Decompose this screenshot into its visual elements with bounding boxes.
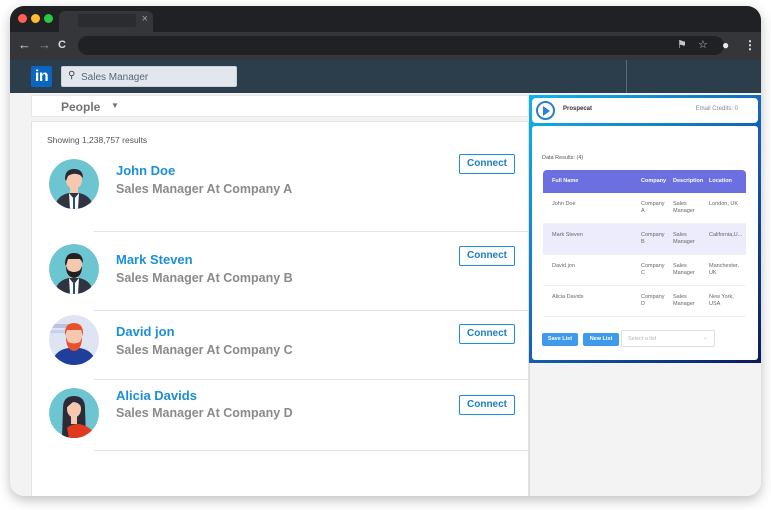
cell-name: Alicia Davids	[552, 294, 584, 300]
header-divider	[626, 60, 627, 93]
cell-company: Company D	[641, 294, 665, 307]
connect-button[interactable]: Connect	[459, 154, 515, 174]
column-header: Full Name	[552, 178, 579, 184]
menu-icon[interactable]: ⋮	[744, 37, 756, 53]
profile-icon[interactable]: ●	[722, 37, 729, 53]
cell-company: Company B	[641, 232, 665, 245]
row-divider	[94, 231, 530, 232]
search-results: Showing 1,238,757 results John Doe Sales…	[31, 121, 530, 496]
tab-title	[78, 14, 136, 27]
close-tab-icon[interactable]: ×	[142, 13, 148, 25]
email-credits: Email Credits: 0	[695, 106, 738, 112]
cell-name: Mark Steven	[552, 232, 583, 238]
extension-brand: Prospecat	[563, 106, 593, 112]
person-name-link[interactable]: Alicia Davids	[116, 388, 197, 403]
person-name-link[interactable]: David jon	[116, 324, 175, 339]
cell-location: New York, USA	[709, 294, 734, 307]
column-header: Company	[641, 178, 667, 184]
cell-name: David jon	[552, 263, 575, 269]
list-select[interactable]: Select a list ⌄	[621, 330, 715, 347]
person-title: Sales Manager At Company D	[116, 406, 293, 420]
people-filter-bar: People ▼	[31, 95, 529, 117]
prospecat-extension-panel: Prospecat Email Credits: 0 Data Results:…	[529, 95, 761, 363]
cell-company: Company A	[641, 201, 665, 214]
new-list-button[interactable]: New List	[583, 333, 619, 346]
search-box[interactable]: ⚲	[61, 66, 237, 87]
list-select-placeholder: Select a list	[628, 336, 657, 342]
row-divider	[94, 450, 530, 451]
forward-icon[interactable]: →	[38, 37, 51, 53]
table-row[interactable]: Alicia Davids Company D Sales Manager Ne…	[543, 286, 746, 317]
search-input[interactable]	[81, 70, 231, 84]
address-bar[interactable]: ⚑ ☆	[78, 36, 724, 55]
browser-tab[interactable]: ×	[59, 11, 153, 32]
person-name-link[interactable]: Mark Steven	[116, 252, 193, 267]
avatar[interactable]	[49, 159, 99, 209]
column-header: Location	[709, 178, 732, 184]
connect-button[interactable]: Connect	[459, 246, 515, 266]
bookmark-star-icon[interactable]: ☆	[698, 38, 708, 52]
chevron-down-icon: ⌄	[702, 335, 708, 341]
cell-location: California,U...	[709, 232, 743, 238]
person-title: Sales Manager At Company B	[116, 271, 293, 285]
people-filter-label[interactable]: People	[61, 100, 100, 114]
connect-button[interactable]: Connect	[459, 324, 515, 344]
cell-location: Manchester, UK	[709, 263, 739, 276]
avatar[interactable]	[49, 315, 99, 365]
cell-name: John Doe	[552, 201, 576, 207]
table-row[interactable]: David jon Company C Sales Manager Manche…	[543, 255, 746, 286]
cell-description: Sales Manager	[673, 263, 695, 276]
connect-button[interactable]: Connect	[459, 395, 515, 415]
person-name-link[interactable]: John Doe	[116, 163, 175, 178]
search-icon: ⚲	[68, 70, 76, 81]
browser-window: × ← → C ⚑ ☆ ● ⋮ in ⚲ People ▼ Showing 1,…	[10, 6, 761, 496]
row-divider	[94, 310, 530, 311]
prospecat-logo-icon	[536, 101, 555, 120]
minimize-window-button[interactable]	[31, 14, 40, 23]
results-count: Showing 1,238,757 results	[47, 135, 148, 145]
cell-description: Sales Manager	[673, 201, 695, 214]
cell-description: Sales Manager	[673, 294, 695, 307]
tab-bar: ×	[10, 6, 761, 32]
person-title: Sales Manager At Company A	[116, 182, 293, 196]
avatar[interactable]	[49, 388, 99, 438]
zoom-window-button[interactable]	[44, 14, 53, 23]
row-divider	[94, 379, 530, 380]
linkedin-header: in ⚲	[10, 60, 761, 93]
linkedin-logo[interactable]: in	[31, 66, 52, 87]
data-results-label: Data Results: (4)	[542, 155, 584, 161]
close-window-button[interactable]	[18, 14, 27, 23]
data-results-table: Full Name Company Description Location J…	[543, 170, 746, 317]
cell-description: Sales Manager	[673, 232, 695, 245]
person-title: Sales Manager At Company C	[116, 343, 293, 357]
back-icon[interactable]: ←	[18, 37, 31, 53]
save-list-button[interactable]: Save List	[542, 333, 578, 346]
translate-icon[interactable]: ⚑	[677, 38, 687, 52]
avatar[interactable]	[49, 244, 99, 294]
cell-company: Company C	[641, 263, 665, 276]
column-divider	[529, 363, 530, 496]
reload-icon[interactable]: C	[58, 37, 66, 53]
table-header: Full Name Company Description Location	[543, 170, 746, 193]
page-content: People ▼ Showing 1,238,757 results John …	[10, 93, 761, 496]
chevron-down-icon[interactable]: ▼	[111, 101, 119, 110]
column-header: Description	[673, 178, 704, 184]
browser-toolbar: ← → C ⚑ ☆ ● ⋮	[10, 32, 761, 60]
table-row[interactable]: John Doe Company A Sales Manager London,…	[543, 193, 746, 224]
table-row[interactable]: Mark Steven Company B Sales Manager Cali…	[543, 224, 746, 255]
cell-location: London, UK	[709, 201, 739, 207]
extension-body: Data Results: (4) Full Name Company Desc…	[532, 126, 758, 360]
extension-header: Prospecat Email Credits: 0	[532, 98, 758, 123]
